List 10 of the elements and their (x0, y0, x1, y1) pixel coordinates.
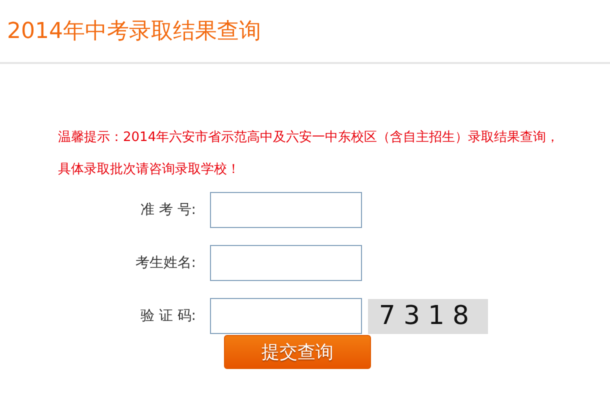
submit-button[interactable]: 提交查询 (224, 335, 371, 369)
input-field[interactable] (210, 245, 362, 281)
input-field[interactable] (210, 192, 362, 228)
field-label: 考生姓名: (134, 254, 197, 272)
captcha-image: 7318 (368, 298, 488, 334)
field-label: 验 证 码: (139, 307, 197, 325)
field-label: 准 考 号: (139, 201, 197, 219)
input-field[interactable] (210, 298, 362, 334)
notice-text: 温馨提示：2014年六安市省示范高中及六安一中东校区（含自主招生）录取结果查询，具体录取批次请咨询录取学校！ (58, 129, 560, 179)
page-title: 2014年中考录取结果查询 (7, 18, 261, 46)
